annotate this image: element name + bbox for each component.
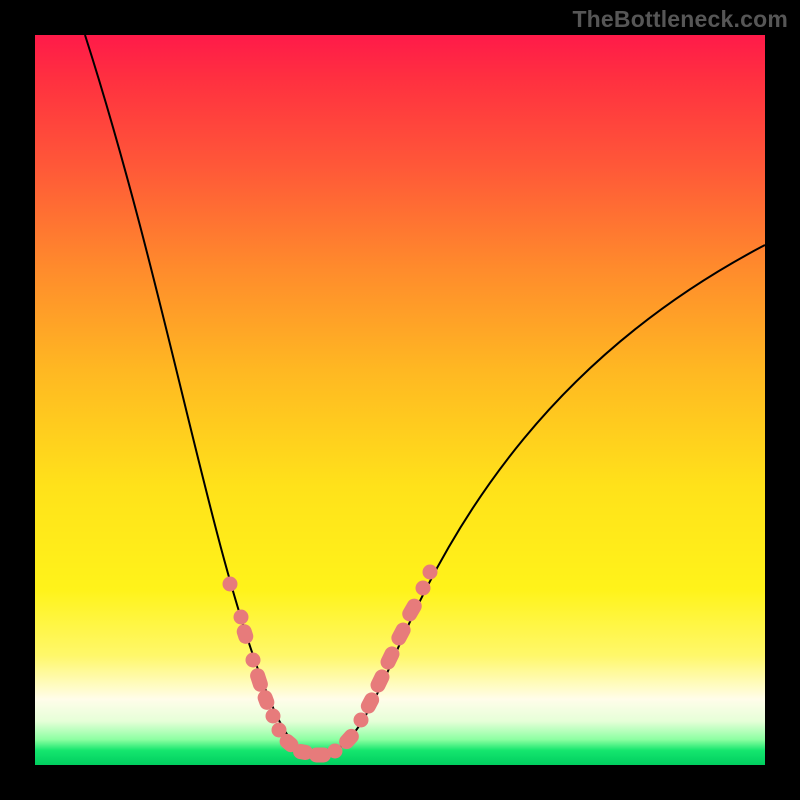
curve-marker [416,581,431,596]
curve-marker [266,709,281,724]
curve-marker [423,565,438,580]
watermark-text: TheBottleneck.com [572,6,788,33]
curve-marker [248,666,270,693]
plot-area [35,35,765,765]
curve-marker [246,653,261,668]
curve-marker [234,610,249,625]
curve-marker [354,713,369,728]
curve-marker [328,744,343,759]
curve-marker [235,622,255,646]
chart-svg [35,35,765,765]
bottleneck-curve [85,35,765,755]
chart-frame: TheBottleneck.com [0,0,800,800]
curve-markers [223,565,438,763]
curve-marker [223,577,238,592]
